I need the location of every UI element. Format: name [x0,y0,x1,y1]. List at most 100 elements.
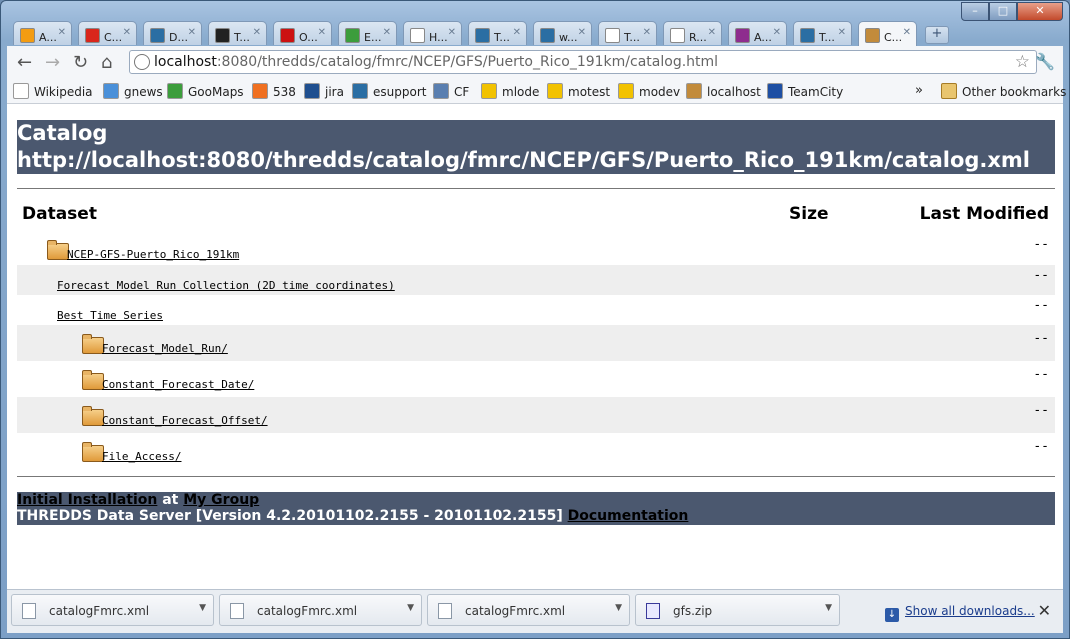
other-bookmarks[interactable]: Other bookmarks [941,83,1066,99]
browser-tab[interactable]: C... ✕ [78,21,137,45]
browser-tab[interactable]: C... ✕ [858,21,917,46]
download-item[interactable]: gfs.zip ▼ [635,594,840,626]
dataset-link[interactable]: Constant_Forecast_Offset/ [102,414,268,427]
initial-installation-link[interactable]: Initial Installation [17,492,157,508]
page-title: Catalog [17,121,108,145]
bookmark-favicon-icon [547,83,563,99]
last-modified-value: -- [1033,367,1049,382]
bookmark-favicon-icon [352,83,368,99]
bookmark-item[interactable]: jira [304,83,344,99]
browser-tab[interactable]: D... ✕ [143,21,202,45]
browser-tab[interactable]: T... ✕ [598,21,657,45]
my-group-link[interactable]: My Group [183,492,259,508]
close-tab-icon[interactable]: ✕ [188,27,196,38]
bookmark-item[interactable]: 538 [252,83,296,99]
close-tab-icon[interactable]: ✕ [448,27,456,38]
close-tab-icon[interactable]: ✕ [903,27,911,38]
back-arrow-icon[interactable]: ← [17,52,32,73]
browser-tab[interactable]: w... ✕ [533,21,592,45]
tab-favicon-icon [800,28,815,43]
dataset-link[interactable]: Forecast_Model_Run/ [102,342,228,355]
browser-tab[interactable]: E... ✕ [338,21,397,45]
folder-icon [941,83,957,99]
show-all-downloads-link[interactable]: ↓ Show all downloads... [885,604,1035,622]
close-tab-icon[interactable]: ✕ [318,27,326,38]
browser-tab[interactable]: O... ✕ [273,21,332,45]
reload-icon[interactable]: ↻ [73,52,88,73]
bookmark-favicon-icon [167,83,183,99]
browser-tab[interactable]: T... ✕ [208,21,267,45]
navigation-toolbar: ← → ↻ ⌂ localhost:8080/thredds/catalog/f… [7,46,1063,79]
maximize-button[interactable]: □ [989,2,1017,21]
dataset-link[interactable]: Constant_Forecast_Date/ [102,378,254,391]
bookmark-label: esupport [373,85,427,99]
url-text: localhost:8080/thredds/catalog/fmrc/NCEP… [154,54,718,70]
bookmark-favicon-icon [433,83,449,99]
download-item[interactable]: catalogFmrc.xml ▼ [11,594,214,626]
bookmark-item[interactable]: localhost [686,83,761,99]
home-icon[interactable]: ⌂ [101,52,112,73]
bookmark-item[interactable]: modev [618,83,680,99]
dataset-link[interactable]: Forecast Model Run Collection (2D time c… [57,279,395,292]
bookmark-item[interactable]: GooMaps [167,83,244,99]
close-shelf-icon[interactable]: ✕ [1038,601,1051,620]
chevron-down-icon[interactable]: ▼ [825,603,832,613]
close-window-button[interactable]: ✕ [1017,2,1063,21]
tab-favicon-icon [735,28,750,43]
chevron-down-icon[interactable]: ▼ [615,603,622,613]
dataset-link[interactable]: NCEP-GFS-Puerto_Rico_191km [67,248,239,261]
new-tab-button[interactable]: + [925,26,949,44]
tab-favicon-icon [85,28,100,43]
browser-tab[interactable]: T... ✕ [793,21,852,45]
chevron-down-icon[interactable]: ▼ [407,603,414,613]
bookmark-item[interactable]: Wikipedia [13,83,93,99]
dataset-link[interactable]: Best Time Series [57,309,163,322]
column-header-dataset: Dataset [22,204,97,224]
chevron-more-icon[interactable]: » [915,83,923,98]
close-tab-icon[interactable]: ✕ [383,27,391,38]
bookmark-label: TeamCity [788,85,844,99]
browser-tab[interactable]: T... ✕ [468,21,527,45]
close-tab-icon[interactable]: ✕ [643,27,651,38]
tab-title: R... [689,31,707,44]
bookmark-star-icon[interactable]: ☆ [1015,52,1030,72]
browser-tab[interactable]: H... ✕ [403,21,462,45]
bookmark-item[interactable]: TeamCity [767,83,843,99]
catalog-url-heading: http://localhost:8080/thredds/catalog/fm… [17,148,1031,172]
tab-favicon-icon [605,28,620,43]
download-arrow-icon: ↓ [885,608,899,622]
folder-icon [82,370,104,390]
close-tab-icon[interactable]: ✕ [123,27,131,38]
bookmark-item[interactable]: CF [433,83,469,99]
dataset-link[interactable]: File_Access/ [102,450,181,463]
bookmark-item[interactable]: motest [547,83,610,99]
download-item[interactable]: catalogFmrc.xml ▼ [219,594,422,626]
browser-tab[interactable]: A... ✕ [728,21,787,45]
close-tab-icon[interactable]: ✕ [513,27,521,38]
last-modified-value: -- [1033,403,1049,418]
browser-tab[interactable]: A... ✕ [13,21,72,45]
bookmark-item[interactable]: mlode [481,83,539,99]
close-tab-icon[interactable]: ✕ [578,27,586,38]
bookmark-label: Wikipedia [34,85,93,99]
close-tab-icon[interactable]: ✕ [838,27,846,38]
documentation-link[interactable]: Documentation [568,508,689,524]
address-bar[interactable]: localhost:8080/thredds/catalog/fmrc/NCEP… [129,50,1037,74]
bookmark-favicon-icon [252,83,268,99]
download-filename: catalogFmrc.xml [49,604,150,618]
close-tab-icon[interactable]: ✕ [773,27,781,38]
wrench-icon[interactable]: 🔧 [1035,52,1055,71]
download-item[interactable]: catalogFmrc.xml ▼ [427,594,630,626]
bookmark-item[interactable]: gnews [103,83,163,99]
close-tab-icon[interactable]: ✕ [253,27,261,38]
chevron-down-icon[interactable]: ▼ [199,603,206,613]
browser-tab[interactable]: R... ✕ [663,21,722,45]
bookmark-item[interactable]: esupport [352,83,426,99]
file-icon [646,603,660,619]
close-tab-icon[interactable]: ✕ [708,27,716,38]
minimize-button[interactable]: – [961,2,989,21]
table-row: Constant_Forecast_Date/ -- [17,361,1055,397]
forward-arrow-icon[interactable]: → [45,52,60,73]
tab-title: C... [884,31,903,44]
close-tab-icon[interactable]: ✕ [58,27,66,38]
